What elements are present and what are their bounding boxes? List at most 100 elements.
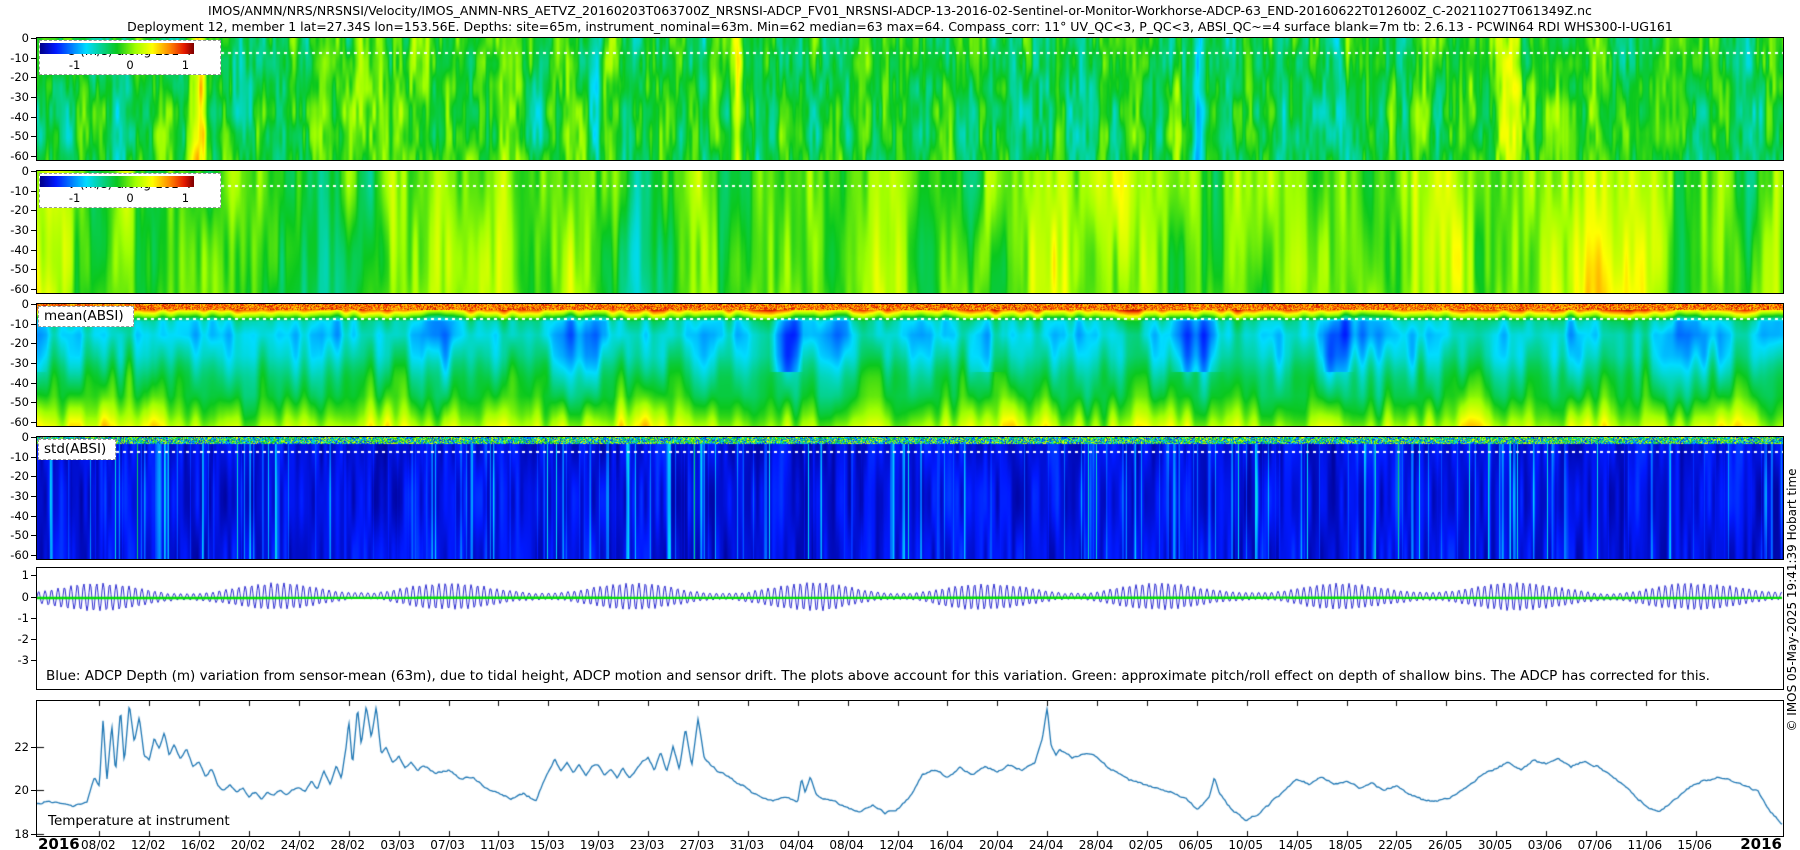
- y-tick-mark: [31, 171, 36, 172]
- y-tick-mark: [31, 38, 36, 39]
- y-tick-mark: [31, 304, 36, 305]
- x-tick-label: 16/02: [181, 838, 216, 850]
- y-tick-mark: [31, 402, 36, 403]
- y-tick-label: -40: [2, 509, 29, 523]
- x-tick-label: 12/04: [879, 838, 914, 850]
- u-velocity-heatmap: [37, 38, 1783, 160]
- y-tick-label: -20: [2, 203, 29, 217]
- y-tick-mark: [31, 324, 36, 325]
- y-tick-mark: [31, 97, 36, 98]
- u-colorbar-legend: U (m/s) along 251°T -101: [39, 40, 221, 75]
- x-tick-label: 16/04: [929, 838, 964, 850]
- y-tick-mark: [31, 639, 36, 640]
- u-colorbar-tick-labels: -1 0 1: [53, 58, 207, 72]
- v-velocity-heatmap: [37, 171, 1783, 293]
- y-tick-mark: [31, 618, 36, 619]
- x-tick-label: 20/02: [231, 838, 266, 850]
- colorbar-tick-label: -1: [69, 191, 80, 205]
- figure-root: IMOS/ANMN/NRS/NRSNSI/Velocity/IMOS_ANMN-…: [0, 0, 1800, 850]
- x-tick-label: 03/06: [1528, 838, 1563, 850]
- y-tick-label: -50: [2, 528, 29, 542]
- x-tick-label: 10/05: [1228, 838, 1263, 850]
- y-tick-mark: [31, 156, 36, 157]
- v-colorbar-legend: V (m/s) along 161°T -101: [39, 173, 221, 208]
- x-tick-label: 28/04: [1079, 838, 1114, 850]
- y-tick-mark: [31, 555, 36, 556]
- std-absi-label: std(ABSI): [38, 439, 116, 460]
- x-tick-label: 03/03: [380, 838, 415, 850]
- y-tick-mark: [31, 422, 36, 423]
- y-tick-label: 0: [2, 164, 29, 178]
- panel-u-velocity: U (m/s) along 251°T -101: [36, 37, 1784, 161]
- y-tick-label: -1: [2, 611, 29, 625]
- y-tick-label: -60: [2, 415, 29, 429]
- y-tick-label: -50: [2, 395, 29, 409]
- x-axis-year-left: 2016: [38, 835, 80, 850]
- x-tick-label: 26/05: [1428, 838, 1463, 850]
- y-tick-label: -30: [2, 489, 29, 503]
- x-tick-label: 11/03: [480, 838, 515, 850]
- y-tick-label: -20: [2, 336, 29, 350]
- y-tick-label: -3: [2, 653, 29, 667]
- y-tick-mark: [31, 343, 36, 344]
- y-tick-label: -40: [2, 376, 29, 390]
- y-tick-label: 0: [2, 590, 29, 604]
- y-tick-mark: [31, 58, 36, 59]
- y-tick-label: -60: [2, 149, 29, 163]
- y-tick-mark: [31, 136, 36, 137]
- x-tick-label: 24/04: [1029, 838, 1064, 850]
- y-tick-mark: [31, 269, 36, 270]
- y-tick-mark: [31, 210, 36, 211]
- x-tick-label: 04/04: [779, 838, 814, 850]
- x-tick-label: 31/03: [730, 838, 765, 850]
- y-tick-mark: [31, 383, 36, 384]
- y-tick-label: 0: [2, 297, 29, 311]
- mean-absi-heatmap: [37, 304, 1783, 426]
- y-tick-label: 0: [2, 430, 29, 444]
- y-tick-mark: [31, 476, 36, 477]
- x-tick-label: 19/03: [580, 838, 615, 850]
- colorbar-tick-label: 1: [182, 191, 189, 205]
- y-tick-label: -60: [2, 282, 29, 296]
- x-tick-label: 18/05: [1328, 838, 1363, 850]
- colorbar-tick-label: 0: [126, 191, 133, 205]
- y-tick-label: -2: [2, 632, 29, 646]
- y-tick-label: -50: [2, 262, 29, 276]
- y-tick-mark: [31, 191, 36, 192]
- x-tick-label: 15/06: [1677, 838, 1712, 850]
- panel-depth-variation: Blue: ADCP Depth (m) variation from sens…: [36, 567, 1784, 690]
- v-colorbar-gradient: [40, 176, 194, 187]
- y-tick-mark: [31, 289, 36, 290]
- y-tick-label: -50: [2, 129, 29, 143]
- panel-temperature: Temperature at instrument: [36, 700, 1784, 837]
- x-tick-label: 07/06: [1578, 838, 1613, 850]
- copyright-timestamp-note: © IMOS 05-May-2025 19:41:39 Hobart time: [1785, 468, 1799, 731]
- y-tick-label: 20: [2, 783, 29, 797]
- colorbar-tick-label: 0: [126, 58, 133, 72]
- x-tick-label: 30/05: [1478, 838, 1513, 850]
- v-colorbar-tick-labels: -1 0 1: [53, 191, 207, 205]
- y-tick-label: -10: [2, 450, 29, 464]
- y-tick-mark: [31, 660, 36, 661]
- panel-mean-absi: mean(ABSI): [36, 303, 1784, 427]
- x-tick-label: 15/03: [530, 838, 565, 850]
- y-tick-mark: [31, 437, 36, 438]
- y-tick-label: -20: [2, 70, 29, 84]
- colorbar-tick-label: -1: [69, 58, 80, 72]
- x-tick-label: 22/05: [1378, 838, 1413, 850]
- std-absi-heatmap: [37, 437, 1783, 559]
- y-tick-label: -40: [2, 243, 29, 257]
- y-tick-label: -60: [2, 548, 29, 562]
- x-tick-label: 24/02: [281, 838, 316, 850]
- y-tick-label: -10: [2, 51, 29, 65]
- temperature-lineplot: [37, 701, 1783, 836]
- x-tick-label: 06/05: [1179, 838, 1214, 850]
- y-tick-mark: [31, 747, 36, 748]
- y-tick-mark: [31, 535, 36, 536]
- y-tick-mark: [31, 597, 36, 598]
- colorbar-tick-label: 1: [182, 58, 189, 72]
- y-tick-label: 18: [2, 827, 29, 841]
- figure-title-filename: IMOS/ANMN/NRS/NRSNSI/Velocity/IMOS_ANMN-…: [0, 3, 1800, 18]
- y-tick-mark: [31, 117, 36, 118]
- x-tick-label: 02/05: [1129, 838, 1164, 850]
